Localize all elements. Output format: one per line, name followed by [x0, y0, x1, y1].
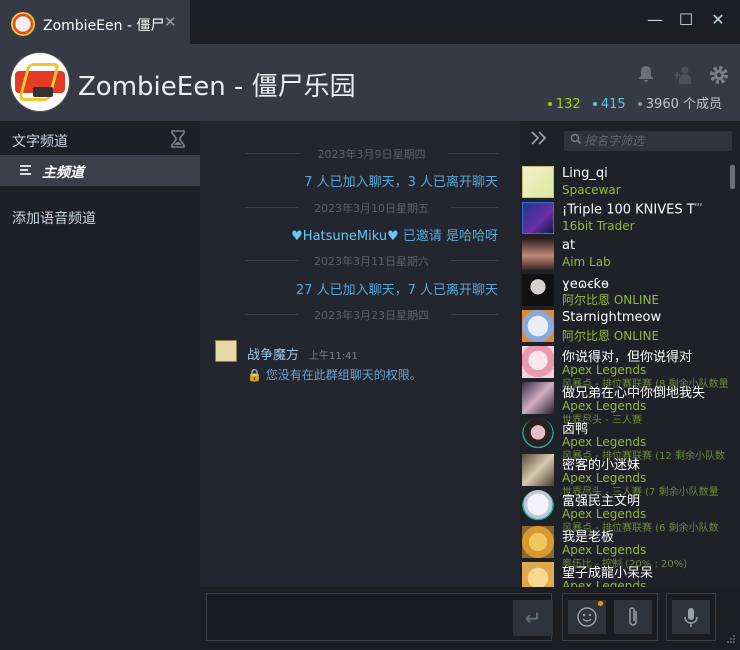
date-separator: 2023年3月10日星期五: [245, 200, 498, 215]
member-item[interactable]: 富强民主文明 Apex Legends 风暴点 - 排位赛联赛 (6 剩余小队数: [520, 488, 730, 534]
system-message: 7 人已加入聊天，3 人已离开聊天: [304, 175, 498, 190]
avatar: [522, 310, 554, 342]
member-item[interactable]: Ling_qi Spacewar: [520, 164, 730, 200]
attach-button[interactable]: [614, 600, 652, 634]
date-separator: 2023年3月9日星期四: [245, 146, 498, 161]
group-name: ZombieEen - 僵尸乐园: [78, 72, 356, 102]
group-logo-icon: [11, 12, 35, 36]
invite-message: ♥HatsuneMiku♥ 已邀请 是哈哈呀: [291, 229, 498, 244]
inviter-name[interactable]: ♥HatsuneMiku♥: [291, 229, 399, 244]
group-header: ZombieEen - 僵尸乐园 132 415 3960 个成员: [0, 44, 740, 121]
voice-group: [666, 593, 716, 641]
message-time: 上午11:41: [309, 351, 358, 362]
member-item[interactable]: 卤鸭 Apex Legends 风暴点 - 排位赛联赛 (12 剩余小队数: [520, 416, 730, 462]
ingame-count: 415: [600, 97, 626, 112]
member-item[interactable]: 我是老板 Apex Legends 奥伍比 - 控制 (20% : 20%): [520, 524, 730, 570]
channel-item-main[interactable]: 主频道: [0, 155, 200, 186]
title-bar: ZombieEen - 僵尸 ✕ — ☐ ✕: [0, 0, 740, 44]
close-window-button[interactable]: ✕: [706, 10, 730, 30]
system-message: 27 人已加入聊天，7 人已离开聊天: [295, 283, 498, 298]
invite-friend-icon[interactable]: [672, 64, 694, 86]
member-item[interactable]: ¡Triple 100 KNIVES Tᶻᶻᶻ 16bit Trader: [520, 200, 730, 236]
text-channels-label: 文字频道: [12, 134, 68, 150]
maximize-button[interactable]: ☐: [674, 10, 698, 30]
member-stats: 132 415 3960 个成员: [540, 93, 722, 112]
member-item[interactable]: 望子成龍小呆呆 Apex Legends: [520, 560, 730, 587]
hourglass-icon[interactable]: [170, 130, 186, 148]
search-icon: [570, 133, 582, 148]
avatar: [522, 238, 554, 270]
composer-bar: ↵: [200, 587, 740, 650]
date-separator: 2023年3月23日星期四: [245, 307, 498, 322]
scrollbar[interactable]: [730, 165, 735, 189]
no-permission-notice: 🔒 您没有在此群组聊天的权限。: [247, 368, 422, 382]
voice-button[interactable]: [672, 600, 710, 634]
message-box: ↵: [206, 593, 553, 641]
member-item[interactable]: Starnightmeow 阿尔比恩 ONLINE: [520, 308, 730, 344]
avatar: [522, 346, 554, 378]
member-list-panel: Ling_qi Spacewar ¡Triple 100 KNIVES Tᶻᶻᶻ…: [520, 121, 740, 587]
member-item[interactable]: 你说得对，但你说得对 Apex Legends 风暴点 - 排位赛联赛 (8 剩…: [520, 344, 730, 390]
member-search: [564, 131, 732, 151]
resize-grip-icon[interactable]: [726, 633, 736, 643]
online-dot-icon: [547, 101, 552, 106]
tab-close-icon[interactable]: ✕: [164, 13, 177, 31]
avatar: [522, 382, 554, 414]
search-input[interactable]: [584, 131, 724, 151]
online-count: 132: [555, 97, 581, 112]
member-item[interactable]: 密客的小迷妹 Apex Legends 世界尽头 - 三人赛 (7 剩余小队数量: [520, 452, 730, 498]
avatar: [522, 454, 554, 486]
collapse-members-icon[interactable]: [530, 130, 548, 151]
message-author[interactable]: 战争魔方: [247, 344, 299, 363]
avatar: [522, 490, 554, 522]
channel-sidebar: 文字频道 主频道 添加语音频道: [0, 121, 200, 650]
avatar: [522, 526, 554, 558]
tools-group: [562, 593, 658, 641]
member-item[interactable]: at Aim Lab: [520, 236, 730, 272]
minimize-button[interactable]: —: [643, 10, 667, 30]
message-input[interactable]: [211, 598, 505, 640]
avatar[interactable]: [215, 340, 237, 362]
tab-title: ZombieEen - 僵尸: [43, 18, 165, 34]
members-dot-icon: [637, 101, 642, 106]
member-item[interactable]: 做兄弟在心中你倒地我失 Apex Legends 世界尽头 - 三人赛: [520, 380, 730, 426]
bell-icon[interactable]: [635, 64, 657, 86]
chat-area: 2023年3月9日星期四 7 人已加入聊天，3 人已离开聊天 2023年3月10…: [200, 121, 520, 587]
date-separator: 2023年3月11日星期六: [245, 253, 498, 268]
notification-dot-icon: [598, 601, 603, 606]
avatar: [522, 274, 554, 306]
avatar: [522, 562, 554, 587]
gear-icon[interactable]: [708, 64, 730, 86]
group-avatar[interactable]: [11, 53, 69, 111]
avatar: [522, 166, 554, 198]
add-voice-channel-link[interactable]: 添加语音频道: [12, 208, 96, 228]
chat-tab[interactable]: ZombieEen - 僵尸 ✕: [0, 0, 190, 44]
member-item[interactable]: ɣeɷꞓƙɵ 阿尔比恩 ONLINE: [520, 272, 730, 308]
channel-label: 主频道: [42, 165, 84, 181]
avatar: [522, 202, 554, 234]
send-button[interactable]: ↵: [513, 600, 553, 636]
avatar: [522, 418, 554, 450]
total-members: 3960 个成员: [645, 97, 722, 112]
ingame-dot-icon: [592, 101, 597, 106]
channel-lines-icon: [20, 165, 31, 175]
